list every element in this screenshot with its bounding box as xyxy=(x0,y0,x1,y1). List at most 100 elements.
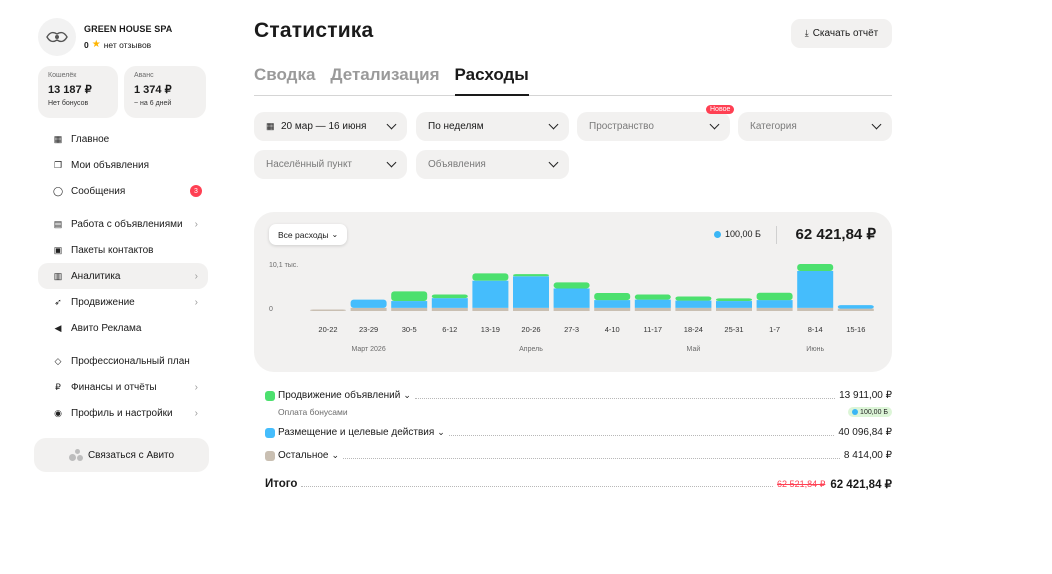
chart-bar-segment xyxy=(472,307,509,311)
month-label: Апрель xyxy=(519,346,543,353)
chevron-right-icon: › xyxy=(194,381,198,393)
bonus-icon xyxy=(852,409,859,415)
messages-badge: 3 xyxy=(190,185,202,197)
avito-logo-icon xyxy=(68,449,83,461)
chevron-right-icon: › xyxy=(194,218,198,230)
download-report-button[interactable]: ⤓ Скачать отчёт xyxy=(791,19,892,48)
chart-bar-segment xyxy=(797,263,834,271)
sidebar-item-label: Аналитика xyxy=(71,270,121,282)
chevron-down-icon xyxy=(709,119,720,130)
leader-dots xyxy=(343,453,840,459)
sidebar-item-pro-plan[interactable]: ◇ Профессиональный план xyxy=(38,348,208,374)
contact-avito-button[interactable]: Связаться с Авито xyxy=(34,438,209,472)
chart-bar-segment xyxy=(513,307,549,311)
sidebar-nav: ▦ Главное ❐ Мои объявления ◯ Сообщения 3… xyxy=(34,126,210,426)
ads-select[interactable]: Объявления xyxy=(416,150,569,179)
locality-select[interactable]: Населённый пункт xyxy=(254,150,407,179)
tabs: Сводка Детализация Расходы xyxy=(254,62,892,96)
sidebar-item-label: Финансы и отчёты xyxy=(71,381,157,393)
x-tick-label: 23-29 xyxy=(359,325,378,334)
space-placeholder: Пространство xyxy=(589,121,654,132)
grouping-value: По неделям xyxy=(428,121,484,132)
sidebar-item-avito-ads[interactable]: ◀ Авито Реклама xyxy=(38,315,208,341)
chart-bar-segment xyxy=(594,293,631,301)
reviews-count: нет отзывов xyxy=(103,39,152,50)
sidebar-item-main[interactable]: ▦ Главное xyxy=(38,126,208,152)
chart-bar-segment xyxy=(756,292,793,301)
chart-bar-segment xyxy=(716,307,752,311)
category-select[interactable]: Категория xyxy=(738,112,892,141)
promotion-color-swatch xyxy=(265,390,275,401)
category-placeholder: Категория xyxy=(750,121,797,132)
profile-rating[interactable]: 0 ★ нет отзывов xyxy=(84,39,172,50)
breakdown-subrow-bonus: Оплата бонусами 100,00 Б xyxy=(278,407,892,417)
x-tick-label: 27-3 xyxy=(564,325,579,334)
profile-block[interactable]: GREEN HOUSE SPA 0 ★ нет отзывов xyxy=(38,18,210,56)
chart-bar-segment xyxy=(391,307,428,311)
tab-expenses[interactable]: Расходы xyxy=(454,62,529,96)
sidebar-item-label: Профессиональный план xyxy=(71,355,190,367)
sidebar-item-listing-tools[interactable]: ▤ Работа с объявлениями › xyxy=(38,211,208,237)
chevron-right-icon: › xyxy=(194,296,198,308)
breakdown-row-placement[interactable]: Размещение и целевые действия ⌄ 40 096,8… xyxy=(265,427,892,438)
chart-bar-segment xyxy=(350,307,387,311)
other-color-swatch xyxy=(265,450,275,461)
chart-bar-segment xyxy=(553,288,590,308)
chevron-down-icon xyxy=(386,157,397,168)
breakdown-row-total: Итого 62 521,84 ₽ 62 421,84 ₽ xyxy=(265,477,892,491)
total-value: 62 421,84 ₽ xyxy=(830,479,892,491)
sidebar-item-contact-packages[interactable]: ▣ Пакеты контактов xyxy=(38,237,208,263)
bonus-payment-label: Оплата бонусами xyxy=(278,407,348,417)
sidebar-item-label: Сообщения xyxy=(71,185,126,197)
profile-name[interactable]: GREEN HOUSE SPA xyxy=(84,24,172,34)
chevron-down-icon xyxy=(871,119,882,130)
sidebar-item-label: Профиль и настройки xyxy=(71,407,173,419)
sidebar-item-finance[interactable]: ₽ Финансы и отчёты › xyxy=(38,374,208,400)
chevron-down-icon xyxy=(548,119,559,130)
sidebar-item-my-listings[interactable]: ❐ Мои объявления xyxy=(38,152,208,178)
chart-bar-segment xyxy=(513,274,549,277)
avatar[interactable] xyxy=(38,18,76,56)
logo-icon xyxy=(46,31,68,43)
contacts-icon: ▣ xyxy=(53,244,63,255)
wallet-caption: Кошелёк xyxy=(48,72,77,79)
chat-icon: ◯ xyxy=(52,185,64,196)
sidebar-item-promotion[interactable]: ➶ Продвижение › xyxy=(38,289,208,315)
tab-summary[interactable]: Сводка xyxy=(254,62,315,96)
chart-bar-segment xyxy=(756,300,793,308)
locality-placeholder: Населённый пункт xyxy=(266,159,353,170)
chevron-down-icon: ⌄ xyxy=(437,427,445,437)
chart-bar-segment xyxy=(634,299,671,308)
advance-card[interactable]: Аванс 1 374 ₽ ~ на 6 дней xyxy=(124,66,206,118)
x-tick-label: 13-19 xyxy=(481,325,500,334)
x-tick-label: 11-17 xyxy=(643,325,662,334)
breakdown-row-promotion[interactable]: Продвижение объявлений ⌄ 13 911,00 ₽ xyxy=(265,390,892,401)
chart-bar-segment xyxy=(310,309,346,311)
grouping-select[interactable]: По неделям xyxy=(416,112,569,141)
x-tick-label: 15-16 xyxy=(846,325,865,334)
y-tick-label: 10,1 тыс. xyxy=(269,262,298,269)
wallet-card[interactable]: Кошелёк 13 187 ₽ Нет бонусов xyxy=(38,66,118,118)
sidebar-item-messages[interactable]: ◯ Сообщения 3 xyxy=(38,178,208,204)
breakdown-row-other[interactable]: Остальное ⌄ 8 414,00 ₽ xyxy=(265,450,892,461)
promotion-label: Продвижение объявлений xyxy=(278,390,401,401)
chart-bar-segment xyxy=(594,307,631,311)
period-select[interactable]: ▦ 20 мар — 16 июня xyxy=(254,112,407,141)
new-badge: Новое xyxy=(706,105,735,114)
grid-icon: ▦ xyxy=(53,133,63,144)
chevron-right-icon: › xyxy=(194,270,198,282)
expenses-chart-panel: Все расходы ⌄ 100,00 Б 62 421,84 ₽ 10,1 … xyxy=(254,212,892,372)
download-icon: ⤓ xyxy=(804,28,809,38)
space-select[interactable]: Пространство xyxy=(577,112,730,141)
leader-dots xyxy=(414,393,836,399)
sidebar-item-profile-settings[interactable]: ◉ Профиль и настройки › xyxy=(38,400,208,426)
ads-placeholder: Объявления xyxy=(428,159,486,170)
sidebar-item-label: Авито Реклама xyxy=(71,322,142,334)
other-value: 8 414,00 ₽ xyxy=(843,450,892,461)
chart-bar-segment xyxy=(797,307,834,311)
sidebar-item-analytics[interactable]: ▥ Аналитика › xyxy=(38,263,208,289)
sidebar-item-label: Пакеты контактов xyxy=(71,244,154,256)
chevron-right-icon: › xyxy=(194,407,198,419)
tab-details[interactable]: Детализация xyxy=(330,62,439,96)
x-tick-label: 4-10 xyxy=(605,325,620,334)
